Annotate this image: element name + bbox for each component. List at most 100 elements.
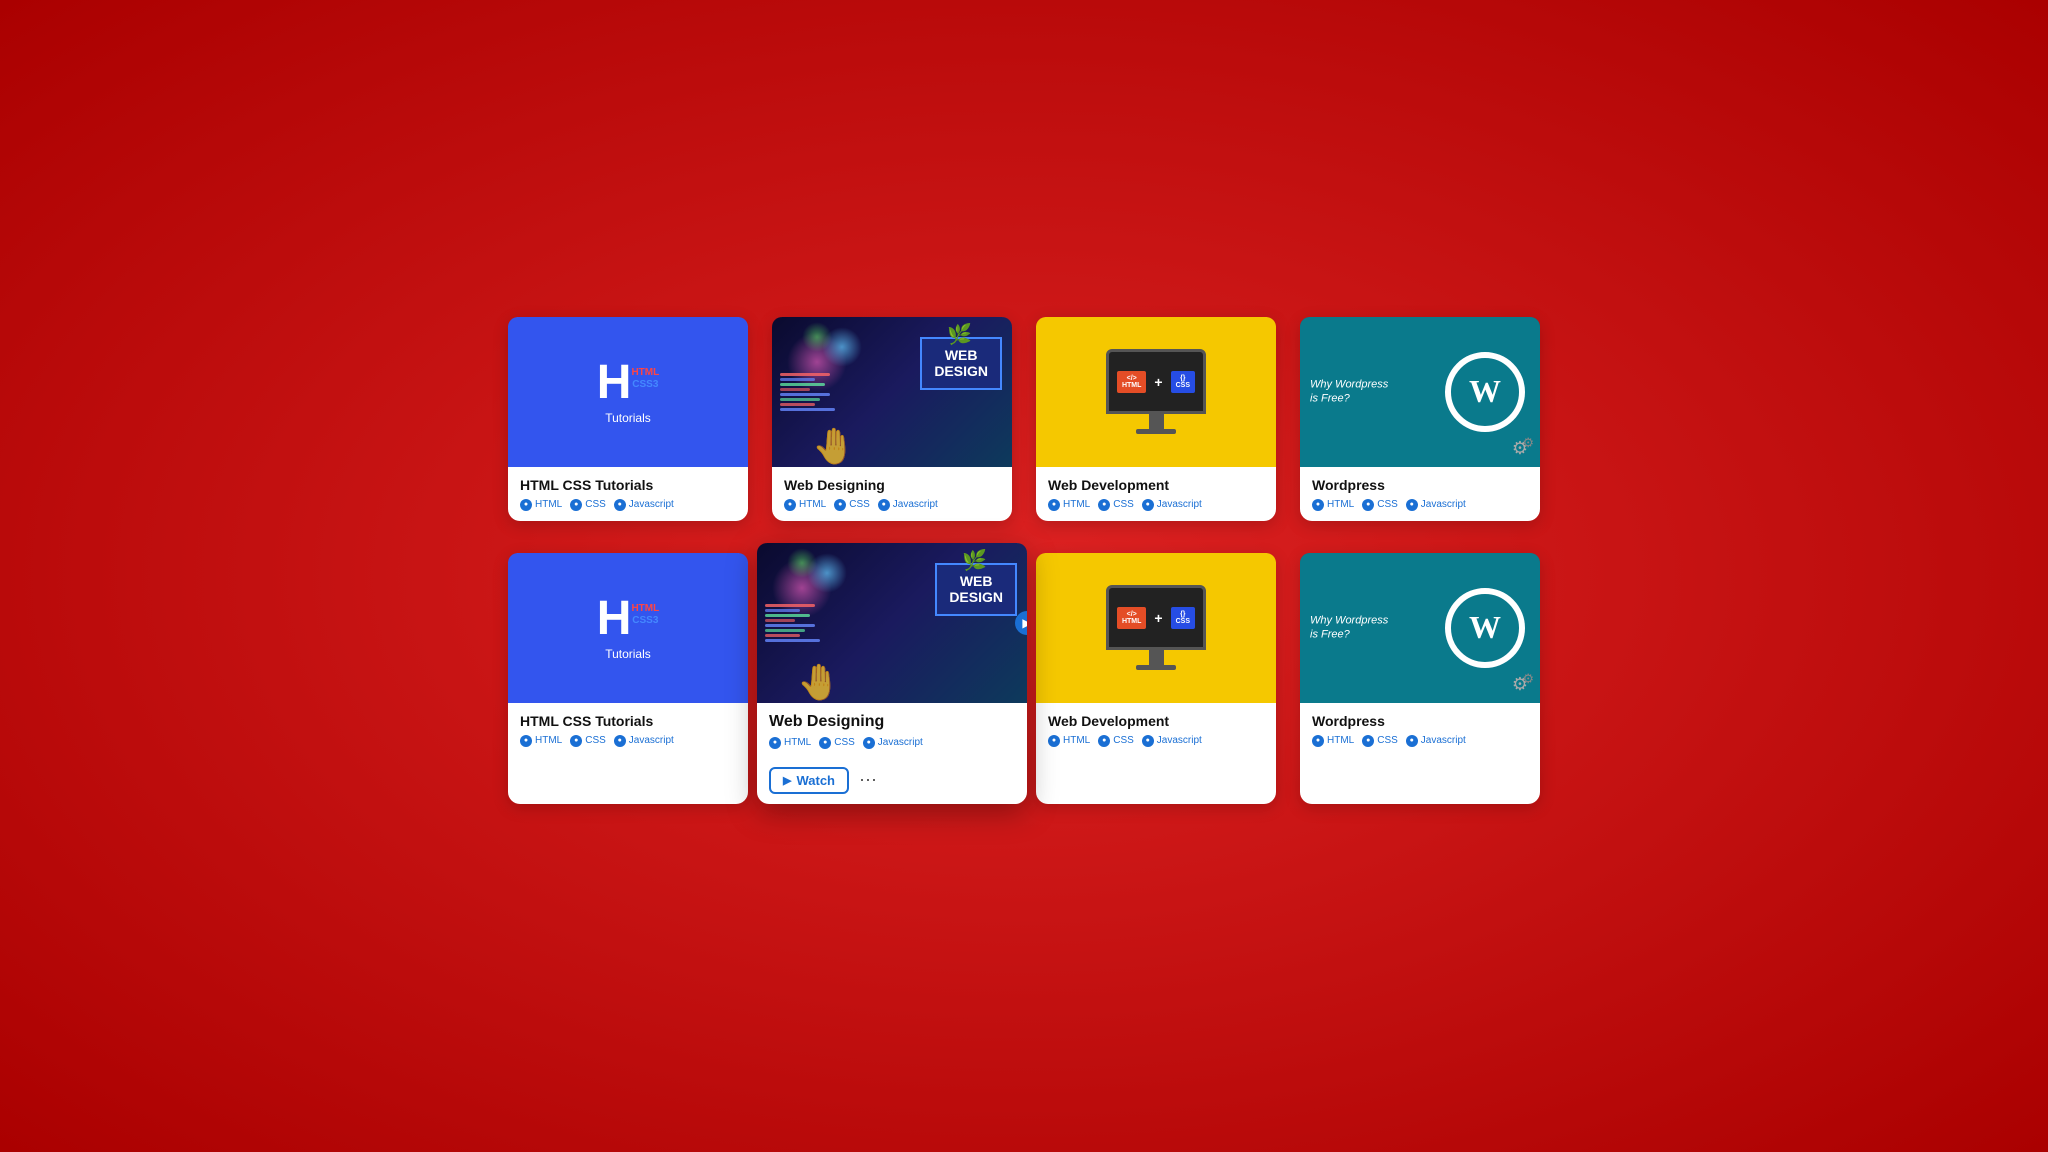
card-thumb-web-dev-2: </>HTML + {}CSS bbox=[1036, 553, 1276, 703]
gear-icon-small-2: ⚙ bbox=[1522, 671, 1534, 687]
card-body-5: HTML CSS Tutorials ●HTML ●CSS ●Javascrip… bbox=[508, 703, 748, 757]
tag-js-6: ●Javascript bbox=[863, 737, 923, 749]
tag-html-4: ●HTML bbox=[1312, 499, 1354, 511]
tags-row-2: ●HTML ●CSS ●Javascript bbox=[784, 499, 1000, 511]
card-web-dev-2[interactable]: </>HTML + {}CSS Web Development ●HTML ●C… bbox=[1036, 553, 1276, 804]
tag-js-7: ●Javascript bbox=[1142, 735, 1202, 747]
tag-css-2: ●CSS bbox=[834, 499, 870, 511]
web-design-thumb: 🌿 WEBDESIGN 🤚 bbox=[772, 317, 1012, 467]
tag-css-5: ●CSS bbox=[570, 735, 606, 747]
share-icon[interactable]: ⋯ bbox=[859, 770, 877, 791]
tutorials-label: Tutorials bbox=[597, 411, 659, 425]
card-wordpress-1[interactable]: Why Wordpress is Free? W ⚙ ⚙ Wordpress ●… bbox=[1300, 317, 1540, 521]
card-web-designing-1[interactable]: 🌿 WEBDESIGN 🤚 Web Designing ●HTML bbox=[772, 317, 1012, 521]
css-badge-2: {}CSS bbox=[1171, 607, 1195, 629]
tag-html-7: ●HTML bbox=[1048, 735, 1090, 747]
tag-css-4: ●CSS bbox=[1362, 499, 1398, 511]
card-thumb-wp-1: Why Wordpress is Free? W ⚙ ⚙ bbox=[1300, 317, 1540, 467]
tag-html-8: ●HTML bbox=[1312, 735, 1354, 747]
card-body-8: Wordpress ●HTML ●CSS ●Javascript bbox=[1300, 703, 1540, 757]
wp-logo-area-2: W bbox=[1445, 588, 1525, 668]
wp-w-2: W bbox=[1469, 609, 1501, 646]
side-text: HTML CSS3 bbox=[631, 367, 659, 391]
tag-js-4: ●Javascript bbox=[1406, 499, 1466, 511]
monitor-stand bbox=[1149, 414, 1164, 429]
tag-css-6: ●CSS bbox=[819, 737, 855, 749]
monitor-base bbox=[1136, 429, 1176, 434]
card-body-7: Web Development ●HTML ●CSS ●Javascript bbox=[1036, 703, 1276, 757]
card-grid-row1: H HTML CSS3 Tutorials HTML CSS Tutorials… bbox=[508, 317, 1540, 521]
tag-js-2: ●Javascript bbox=[878, 499, 938, 511]
tags-row-7: ●HTML ●CSS ●Javascript bbox=[1048, 735, 1264, 747]
card-body-3: Web Development ●HTML ●CSS ●Javascript bbox=[1036, 467, 1276, 521]
monitor-screen-2: </>HTML + {}CSS bbox=[1106, 585, 1206, 650]
monitor-screen: </>HTML + {}CSS bbox=[1106, 349, 1206, 414]
hand-icon-1: 🤚 bbox=[812, 426, 856, 467]
html-css-logo-2: H HTML CSS3 Tutorials bbox=[587, 585, 669, 671]
tag-js-8: ●Javascript bbox=[1406, 735, 1466, 747]
wp-logo-circle-2: W bbox=[1445, 588, 1525, 668]
tags-row-5: ●HTML ●CSS ●Javascript bbox=[520, 735, 736, 747]
h-letter: H bbox=[597, 359, 632, 407]
tag-css-7: ●CSS bbox=[1098, 735, 1134, 747]
card-wordpress-2[interactable]: Why Wordpress is Free? W ⚙ ⚙ Wordpress ●… bbox=[1300, 553, 1540, 804]
card-title-2: Web Designing bbox=[784, 477, 1000, 493]
monitor-stand-2 bbox=[1149, 650, 1164, 665]
tag-js-5: ●Javascript bbox=[614, 735, 674, 747]
wp-logo-circle: W bbox=[1445, 352, 1525, 432]
wp-text-2: Why Wordpress is Free? bbox=[1310, 613, 1390, 642]
gear-icon-small-1: ⚙ bbox=[1522, 435, 1534, 451]
tag-dot: ● bbox=[614, 499, 626, 511]
tag-js-3: ●Javascript bbox=[1142, 499, 1202, 511]
card-thumb-web-design-1: 🌿 WEBDESIGN 🤚 bbox=[772, 317, 1012, 467]
web-dev-visual: </>HTML + {}CSS bbox=[1036, 317, 1276, 467]
html-badge-2: </>HTML bbox=[1117, 607, 1146, 629]
monitor: </>HTML + {}CSS bbox=[1106, 349, 1206, 434]
watch-button[interactable]: ▶ Watch bbox=[769, 767, 849, 794]
html-css-logo: H HTML CSS3 Tutorials bbox=[587, 349, 669, 435]
web-design-thumb-2: 🌿 WEBDESIGN 🤚 bbox=[757, 543, 1027, 703]
card-thumb-web-dev-1: </>HTML + {}CSS bbox=[1036, 317, 1276, 467]
plus-sign-2: + bbox=[1154, 610, 1162, 626]
tag-css-1: ●CSS bbox=[570, 499, 606, 511]
card-title-1: HTML CSS Tutorials bbox=[520, 477, 736, 493]
wp-logo-area: W bbox=[1445, 352, 1525, 432]
css-badge: {}CSS bbox=[1171, 371, 1195, 393]
card-body-6: Web Designing ●HTML ●CSS ●Javascript bbox=[757, 703, 1027, 759]
tag-html-2: ●HTML bbox=[784, 499, 826, 511]
card-thumb-html-css-2: H HTML CSS3 Tutorials bbox=[508, 553, 748, 703]
tags-row-6: ●HTML ●CSS ●Javascript bbox=[769, 737, 1015, 749]
tags-row-3: ●HTML ●CSS ●Javascript bbox=[1048, 499, 1264, 511]
card-title-4: Wordpress bbox=[1312, 477, 1528, 493]
watch-row: ▶ Watch ⋯ bbox=[757, 759, 1027, 804]
tag-html-5: ●HTML bbox=[520, 735, 562, 747]
card-web-dev-1[interactable]: </>HTML + {}CSS Web Development ●HTML ●C… bbox=[1036, 317, 1276, 521]
tag-dot: ● bbox=[520, 499, 532, 511]
tag-dot: ● bbox=[570, 499, 582, 511]
tag-html-6: ●HTML bbox=[769, 737, 811, 749]
wp-text-1: Why Wordpress is Free? bbox=[1310, 377, 1390, 406]
card-grid-row2: H HTML CSS3 Tutorials HTML CSS Tutorials… bbox=[508, 553, 1540, 804]
plus-sign: + bbox=[1154, 374, 1162, 390]
tutorials-label-2: Tutorials bbox=[597, 647, 659, 661]
wp-w: W bbox=[1469, 373, 1501, 410]
tag-js-1: ●Javascript bbox=[614, 499, 674, 511]
tag-html-1: ●HTML bbox=[520, 499, 562, 511]
card-body-2: Web Designing ●HTML ●CSS ●Javascript bbox=[772, 467, 1012, 521]
tag-css-8: ●CSS bbox=[1362, 735, 1398, 747]
card-web-designing-2-expanded[interactable]: 🌿 WEBDESIGN 🤚 ▶ Web Designing bbox=[757, 543, 1027, 804]
hand-icon-2: 🤚 bbox=[797, 662, 841, 703]
card-title-3: Web Development bbox=[1048, 477, 1264, 493]
card-thumb-html-css-1: H HTML CSS3 Tutorials bbox=[508, 317, 748, 467]
side-text-2: HTML CSS3 bbox=[631, 603, 659, 627]
card-html-css-1[interactable]: H HTML CSS3 Tutorials HTML CSS Tutorials… bbox=[508, 317, 748, 521]
card-thumb-wp-2: Why Wordpress is Free? W ⚙ ⚙ bbox=[1300, 553, 1540, 703]
play-icon: ▶ bbox=[783, 774, 791, 787]
wp-visual: Why Wordpress is Free? W ⚙ ⚙ bbox=[1300, 317, 1540, 467]
web-dev-visual-2: </>HTML + {}CSS bbox=[1036, 553, 1276, 703]
watch-label: Watch bbox=[796, 773, 835, 788]
card-html-css-2[interactable]: H HTML CSS3 Tutorials HTML CSS Tutorials… bbox=[508, 553, 748, 804]
card-title-7: Web Development bbox=[1048, 713, 1264, 729]
card-thumb-web-design-2: 🌿 WEBDESIGN 🤚 ▶ bbox=[757, 543, 1027, 703]
tags-row-1: ●HTML ●CSS ●Javascript bbox=[520, 499, 736, 511]
